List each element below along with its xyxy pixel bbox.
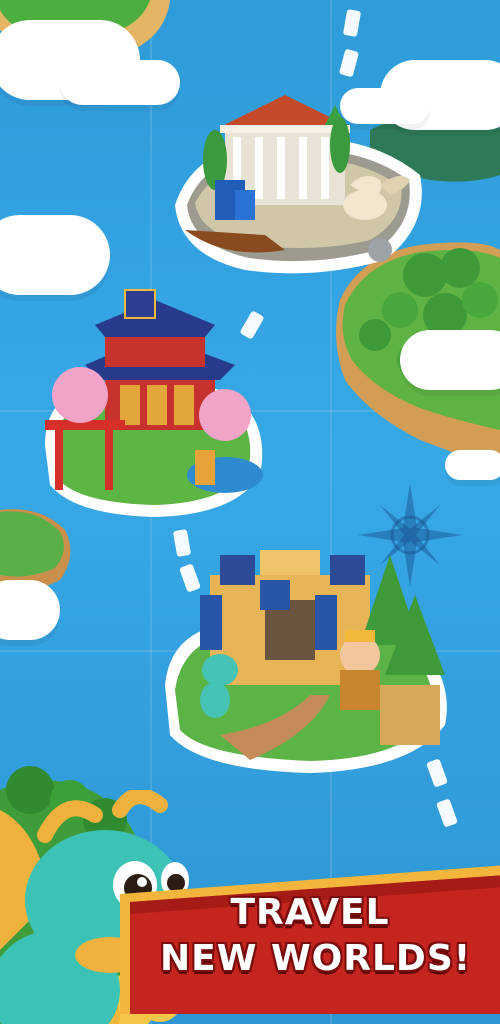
world-node-greek-temple[interactable] <box>165 85 430 285</box>
cloud <box>0 215 110 295</box>
world-node-castle[interactable] <box>160 535 455 775</box>
promo-headline: TRAVEL NEW WORLDS! <box>160 890 472 982</box>
cloud <box>60 60 180 105</box>
world-node-japanese-shrine[interactable] <box>35 285 270 525</box>
cloud <box>0 580 60 640</box>
cloud <box>400 330 500 390</box>
cloud <box>445 450 500 480</box>
headline-line-2: NEW WORLDS! <box>160 938 472 979</box>
headline-line-1: TRAVEL <box>230 892 390 933</box>
